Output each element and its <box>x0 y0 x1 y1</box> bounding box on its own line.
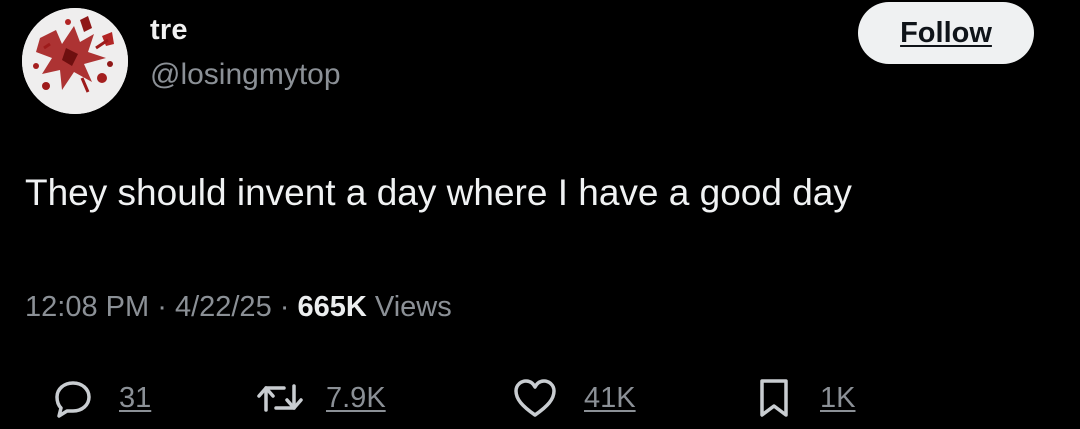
tweet-time[interactable]: 12:08 PM <box>25 291 149 323</box>
heart-icon <box>514 379 556 417</box>
bookmark-icon <box>760 379 788 417</box>
splatter-avatar-icon <box>22 8 128 114</box>
tweet-meta: 12:08 PM · 4/22/25 · 665K Views <box>25 291 452 324</box>
meta-separator: · <box>279 291 290 323</box>
tweet-text: They should invent a day where I have a … <box>25 172 852 213</box>
views-count: 665K <box>297 291 367 323</box>
tweet-actions: 31 7.9K 41K 1K <box>0 370 1080 426</box>
bookmark-count[interactable]: 1K <box>820 382 855 415</box>
reply-button[interactable]: 31 <box>53 370 151 426</box>
user-handle[interactable]: @losingmytop <box>150 58 341 92</box>
repost-icon <box>257 384 303 412</box>
like-count[interactable]: 41K <box>584 382 636 415</box>
views-label: Views <box>374 291 452 323</box>
repost-count[interactable]: 7.9K <box>326 382 386 415</box>
follow-button[interactable]: Follow <box>858 2 1034 64</box>
display-name[interactable]: tre <box>150 14 188 47</box>
tweet-date[interactable]: 4/22/25 <box>175 291 272 323</box>
meta-separator: · <box>157 291 167 323</box>
avatar[interactable] <box>22 8 128 114</box>
like-button[interactable]: 41K <box>512 370 636 426</box>
reply-count[interactable]: 31 <box>119 382 151 415</box>
bookmark-button[interactable]: 1K <box>758 370 855 426</box>
repost-button[interactable]: 7.9K <box>256 370 386 426</box>
reply-icon <box>55 381 91 418</box>
